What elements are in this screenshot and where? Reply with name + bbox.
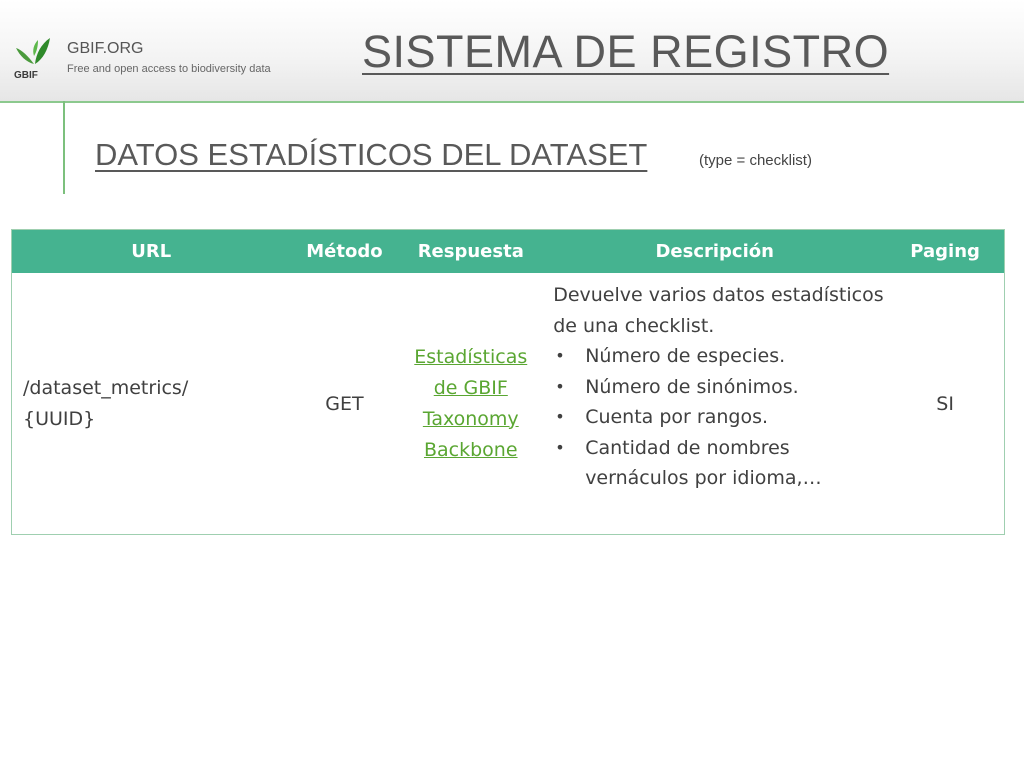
response-link-line: de GBIF [433,376,508,399]
section-subtitle: DATOS ESTADÍSTICOS DEL DATASET [95,137,648,172]
list-item: Cuenta por rangos. [555,402,886,433]
description-cell: Devuelve varios datos estadísticos de un… [543,273,886,535]
paging-cell: SI [936,392,954,415]
gbif-leaf-logo-icon: GBIF [14,38,50,80]
section-note: (type = checklist) [699,152,812,169]
logo-icon-text: GBIF [14,70,38,80]
logo-name: GBIF.ORG [67,40,144,57]
column-header-description: Descripción [543,229,887,273]
logo-tagline: Free and open access to biodiversity dat… [67,63,271,75]
table-header-row: URL Método Respuesta Descripción Paging [11,229,1005,273]
response-link-line: Taxonomy [422,407,519,430]
description-list: Número de especies. Número de sinónimos.… [553,341,886,494]
column-header-response: Respuesta [398,229,544,273]
table-row: /dataset_metrics/ {UUID} GET Estadística… [12,273,1005,535]
api-endpoint-table: URL Método Respuesta Descripción Paging … [11,229,1005,535]
response-link-line: Estadísticas [414,345,528,368]
column-header-paging: Paging [886,229,1005,273]
column-header-method: Método [290,229,399,273]
slide-header: GBIF GBIF.ORG Free and open access to bi… [0,0,1024,103]
response-cell: Estadísticas de GBIF Taxonomy Backbone [398,273,543,535]
method-cell: GET [325,392,364,415]
url-line: /dataset_metrics/ [23,376,189,399]
list-item: Cantidad de nombres vernáculos por idiom… [555,433,886,494]
response-link-line: Backbone [423,438,518,461]
url-line: {UUID} [23,407,96,430]
slide-title: SISTEMA DE REGISTRO [362,26,890,77]
accent-divider [63,101,65,194]
column-header-url: URL [11,229,291,273]
list-item: Número de especies. [555,341,886,372]
list-item: Número de sinónimos. [555,372,886,403]
url-cell: /dataset_metrics/ {UUID} [12,273,291,535]
description-intro: Devuelve varios datos estadísticos de un… [553,284,884,337]
response-link[interactable]: Estadísticas de GBIF Taxonomy Backbone [414,346,527,461]
